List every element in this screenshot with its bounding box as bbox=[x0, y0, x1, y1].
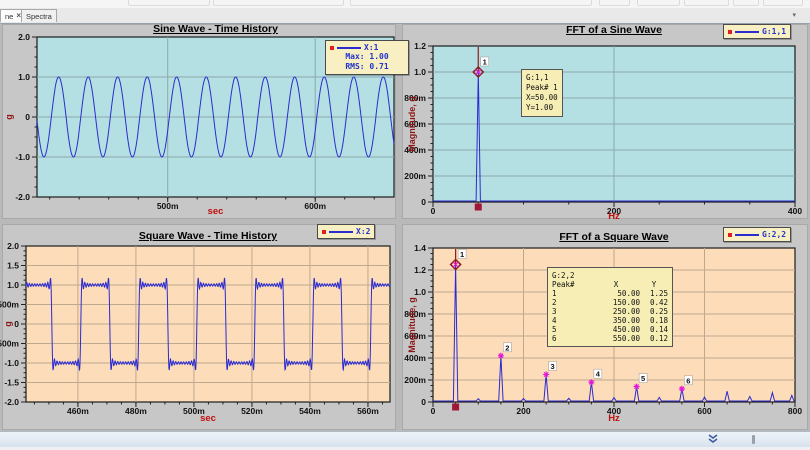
peak-table-cell: 4 bbox=[552, 316, 592, 325]
peak-table-cell: 1 bbox=[552, 289, 592, 298]
peak-table-cell: 50.00 bbox=[592, 289, 640, 298]
x-axis-unit-label: Hz bbox=[433, 413, 795, 424]
legend-series-label: G:2,2 bbox=[762, 230, 786, 239]
peak-tooltip-sine: G:1,1 Peak# 1 X=50.00 Y=1.00 bbox=[521, 69, 563, 117]
x-axis-unit-label: sec bbox=[26, 413, 390, 424]
tab-spectra[interactable]: Spectra bbox=[21, 9, 57, 22]
legend-line-sample-icon bbox=[337, 47, 361, 49]
legend-marker-icon bbox=[322, 230, 326, 234]
tooltip-line: Peak# 1 bbox=[526, 83, 558, 93]
peak-table-header: Peak# X Y bbox=[552, 280, 668, 289]
peak-table-cell: 0.12 bbox=[640, 334, 668, 343]
peak-table-cell: 6 bbox=[552, 334, 592, 343]
peak-table-cell: 150.00 bbox=[592, 298, 640, 307]
peak-table-cell: 550.00 bbox=[592, 334, 640, 343]
peak-table-cell: 0.14 bbox=[640, 325, 668, 334]
peak-table-cell: 450.00 bbox=[592, 325, 640, 334]
legend-series-label: G:1,1 bbox=[762, 27, 786, 36]
legend-marker-icon bbox=[728, 233, 732, 237]
peak-table-row: 2150.000.42 bbox=[552, 298, 668, 307]
peak-table-cell: 350.00 bbox=[592, 316, 640, 325]
peak-table-cell: 0.42 bbox=[640, 298, 668, 307]
legend-marker-icon bbox=[330, 46, 334, 50]
legend-series-label: X:1 bbox=[364, 43, 378, 52]
x-axis-unit-label: sec bbox=[37, 206, 394, 217]
legend-box-g22[interactable]: G:2,2 bbox=[723, 227, 791, 242]
toolbar-group bbox=[128, 0, 210, 6]
peak-table-cell: 2 bbox=[552, 298, 592, 307]
peak-table-row: 6550.000.12 bbox=[552, 334, 668, 343]
header-x: X bbox=[592, 280, 640, 289]
toolbar-group bbox=[213, 0, 344, 6]
panel-square-time bbox=[2, 224, 396, 430]
peak-table-title: G:2,2 bbox=[552, 271, 668, 280]
toolbar-group bbox=[637, 0, 680, 6]
peak-table-cell: 5 bbox=[552, 325, 592, 334]
legend-box-x2[interactable]: X:2 bbox=[317, 224, 375, 239]
legend-marker-icon bbox=[728, 30, 732, 34]
y-axis-name: Magnitude, g bbox=[407, 297, 417, 353]
peak-table-cell: 0.18 bbox=[640, 316, 668, 325]
pin-handle-icon[interactable] bbox=[752, 435, 755, 444]
panel-fft-sine bbox=[402, 24, 808, 219]
peak-table-cell: 1.25 bbox=[640, 289, 668, 298]
peak-table-cell: 250.00 bbox=[592, 307, 640, 316]
legend-line-sample-icon bbox=[735, 234, 759, 236]
y-axis-name: Magnitude, g bbox=[407, 96, 417, 152]
peak-table-row: 4350.000.18 bbox=[552, 316, 668, 325]
legend-max-stat: Max: 1.00 bbox=[330, 52, 404, 62]
toolbar-strip bbox=[0, 0, 810, 8]
peak-table-row: 150.001.25 bbox=[552, 289, 668, 298]
tab-label: ne bbox=[5, 12, 13, 21]
y-axis-name: g bbox=[3, 321, 13, 327]
peak-table-row: 3250.000.25 bbox=[552, 307, 668, 316]
bottom-bar bbox=[0, 431, 810, 447]
tab-label: Spectra bbox=[26, 12, 52, 21]
y-axis-name: g bbox=[4, 114, 14, 120]
peak-table-cell: 3 bbox=[552, 307, 592, 316]
toolbar-group bbox=[763, 0, 803, 6]
peak-table-cell: 0.25 bbox=[640, 307, 668, 316]
legend-box-x1[interactable]: X:1 Max: 1.00 RMS: 0.71 bbox=[325, 40, 409, 75]
legend-series-label: X:2 bbox=[356, 227, 370, 236]
toolbar-group bbox=[684, 0, 729, 6]
app-window: ne × Spectra ▾ 2.01.00-1.0-2.0500m600m1.… bbox=[0, 0, 810, 450]
tooltip-line: X=50.00 bbox=[526, 93, 558, 103]
legend-rms-stat: RMS: 0.71 bbox=[330, 62, 404, 72]
peak-table-row: 5450.000.14 bbox=[552, 325, 668, 334]
toolbar-group bbox=[350, 0, 592, 6]
tab-bar: ne × Spectra ▾ bbox=[0, 8, 810, 24]
tooltip-line: G:1,1 bbox=[526, 73, 558, 83]
plot-title-sine-time: Sine Wave - Time History bbox=[37, 23, 394, 35]
toolbar-group bbox=[599, 0, 630, 6]
peak-table-tooltip: G:2,2 Peak# X Y 150.001.252150.000.42325… bbox=[547, 267, 673, 347]
tooltip-line: Y=1.00 bbox=[526, 103, 558, 113]
header-peak: Peak# bbox=[552, 280, 592, 289]
legend-line-sample-icon bbox=[735, 31, 759, 33]
toolbar-group bbox=[733, 0, 759, 6]
header-y: Y bbox=[640, 280, 668, 289]
legend-box-g11[interactable]: G:1,1 bbox=[723, 24, 791, 39]
collapse-panel-icon[interactable] bbox=[707, 434, 719, 444]
peak-table-rows: 150.001.252150.000.423250.000.254350.000… bbox=[552, 289, 668, 343]
legend-line-sample-icon bbox=[329, 231, 353, 233]
tab-overflow-icon[interactable]: ▾ bbox=[792, 11, 796, 19]
x-axis-unit-label: Hz bbox=[433, 211, 795, 222]
